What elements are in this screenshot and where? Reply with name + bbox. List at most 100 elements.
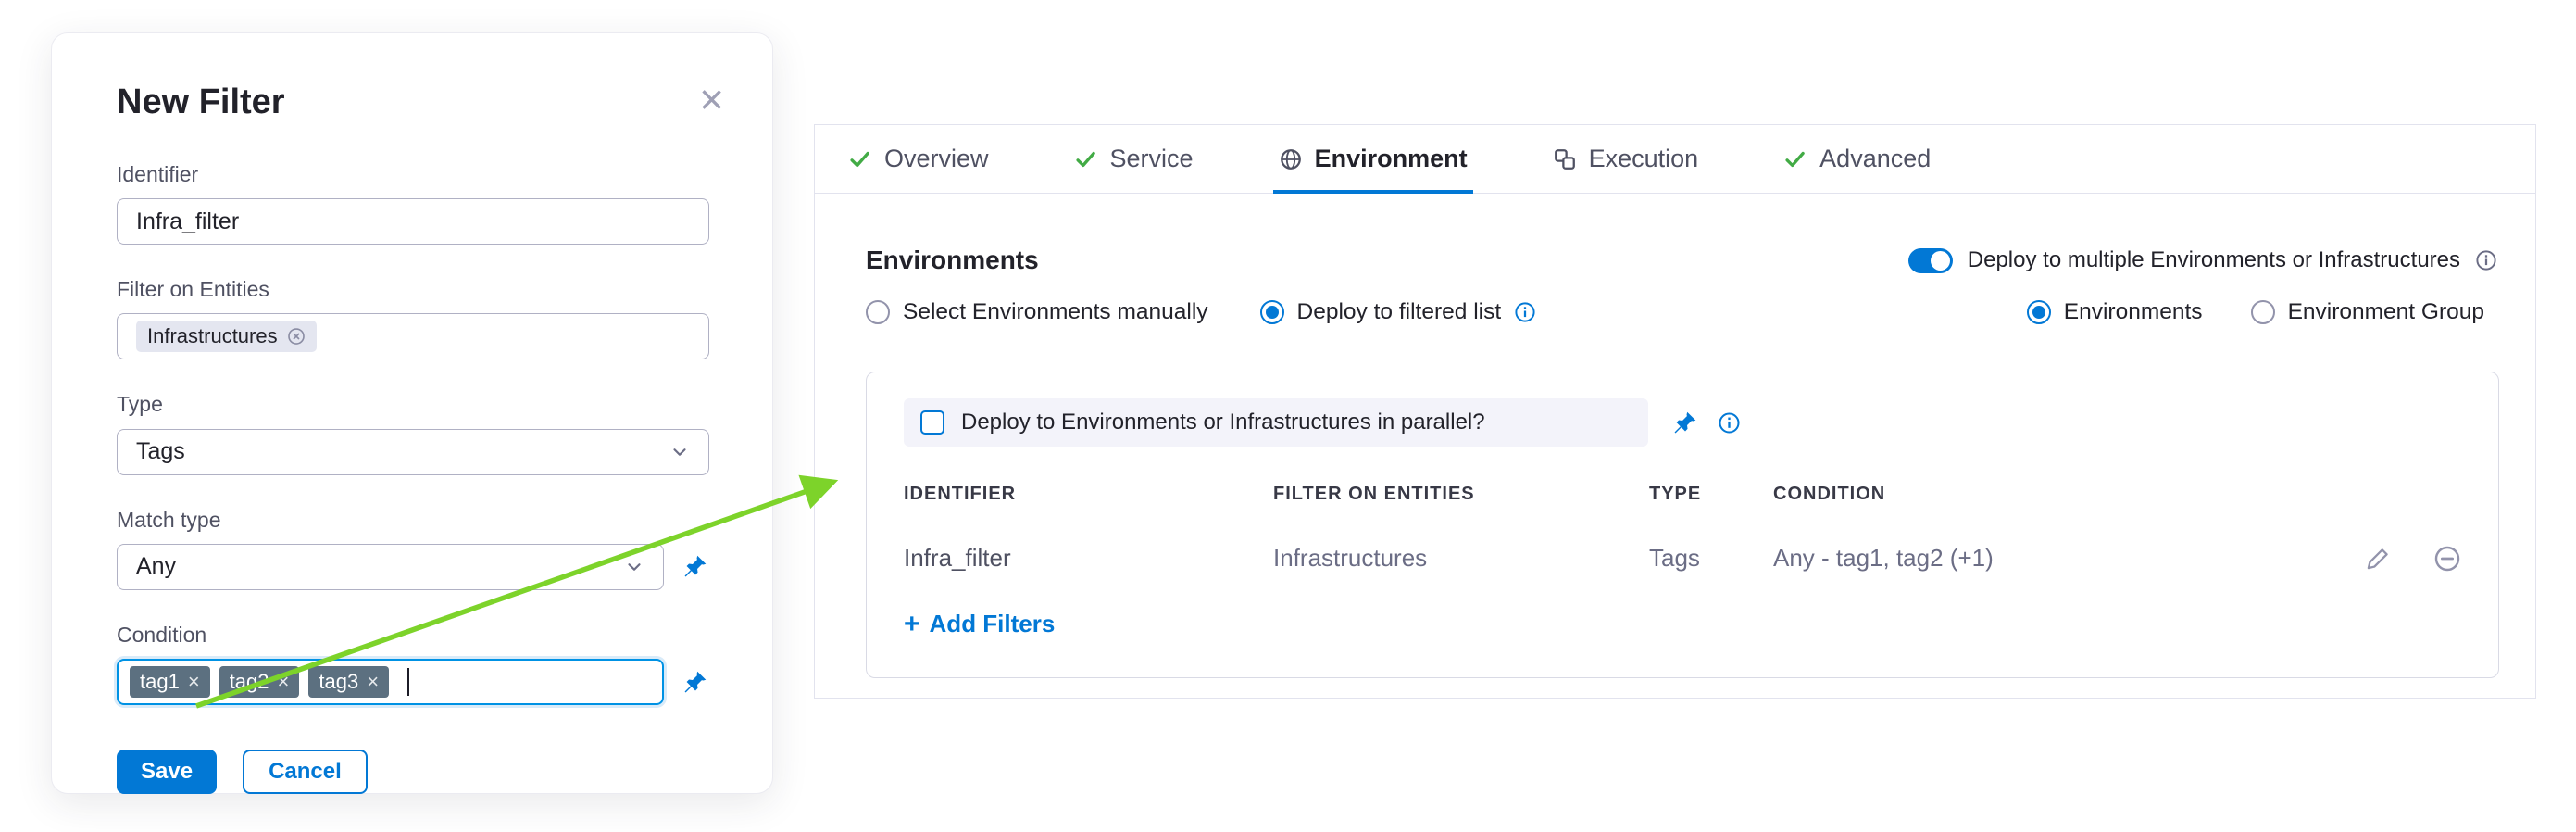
environment-tab-content: Environments Deploy to multiple Environm… <box>815 194 2535 678</box>
entity-chip-label: Infrastructures <box>147 326 278 347</box>
type-select-value: Tags <box>136 438 185 465</box>
save-button[interactable]: Save <box>117 750 217 794</box>
pin-icon[interactable] <box>682 554 707 579</box>
tab-execution[interactable]: Execution <box>1553 125 1699 193</box>
filters-table: IDENTIFIER FILTER ON ENTITIES TYPE CONDI… <box>904 484 2461 573</box>
tag-chip: tag2 × <box>219 666 300 698</box>
remove-tag-icon[interactable]: × <box>367 672 379 692</box>
filters-card: Deploy to Environments or Infrastructure… <box>866 372 2499 678</box>
filter-on-entities-label: Filter on Entities <box>117 278 707 301</box>
pin-icon[interactable] <box>682 670 707 695</box>
multi-env-toggle-group: Deploy to multiple Environments or Infra… <box>1908 247 2497 273</box>
radio-deploy-to-filtered-list[interactable]: Deploy to filtered list <box>1260 299 1537 325</box>
environment-icon <box>1279 147 1303 171</box>
radio-label: Environment Group <box>2288 299 2484 325</box>
add-filters-button[interactable]: + Add Filters <box>904 610 1055 638</box>
tab-label: Advanced <box>1819 145 1931 173</box>
condition-field-group: Condition tag1 × tag2 × tag3 × <box>117 624 707 705</box>
radio-select-environments-manually[interactable]: Select Environments manually <box>866 299 1208 325</box>
table-row-condition: Any - tag1, tag2 (+1) <box>1773 544 2359 573</box>
stage-tabs: Overview Service Environment Execution <box>815 125 2535 194</box>
match-type-select-value: Any <box>136 553 176 580</box>
info-icon[interactable] <box>1514 301 1536 323</box>
condition-label: Condition <box>117 624 707 647</box>
match-type-select[interactable]: Any <box>117 544 664 590</box>
tab-label: Overview <box>884 145 989 173</box>
identifier-field-group: Identifier <box>117 163 707 245</box>
radio-environment-group[interactable]: Environment Group <box>2251 299 2484 325</box>
pin-icon[interactable] <box>1672 410 1697 435</box>
remove-row-icon[interactable] <box>2433 545 2461 573</box>
radio-icon[interactable] <box>1260 300 1284 324</box>
parallel-deploy-bar: Deploy to Environments or Infrastructure… <box>904 398 1648 447</box>
col-header-filter-on-entities: FILTER ON ENTITIES <box>1273 484 1649 505</box>
screen: × New Filter Identifier Filter on Entiti… <box>0 0 2576 832</box>
tab-label: Service <box>1110 145 1194 173</box>
table-row-filter-on-entities: Infrastructures <box>1273 544 1649 573</box>
tag-chip-label: tag1 <box>140 672 180 692</box>
tag-chip-label: tag2 <box>230 672 269 692</box>
type-select[interactable]: Tags <box>117 429 709 475</box>
stage-config-panel: Overview Service Environment Execution <box>814 124 2536 699</box>
check-icon <box>848 147 872 171</box>
tab-overview[interactable]: Overview <box>848 125 989 193</box>
condition-tags-input[interactable]: tag1 × tag2 × tag3 × <box>117 659 664 705</box>
multi-env-toggle-label: Deploy to multiple Environments or Infra… <box>1968 247 2460 273</box>
chevron-down-icon <box>624 557 644 577</box>
tab-advanced[interactable]: Advanced <box>1783 125 1931 193</box>
filter-on-entities-field-group: Filter on Entities Infrastructures <box>117 278 707 359</box>
identifier-label: Identifier <box>117 163 707 186</box>
check-icon <box>1074 147 1098 171</box>
tag-chip-label: tag3 <box>319 672 358 692</box>
remove-tag-icon[interactable]: × <box>278 672 290 692</box>
execution-icon <box>1553 147 1577 171</box>
plus-icon: + <box>904 611 920 638</box>
close-icon[interactable]: × <box>699 78 724 120</box>
type-label: Type <box>117 393 707 416</box>
env-scope-radio-group: Environments Environment Group <box>2027 299 2484 325</box>
match-type-label: Match type <box>117 509 707 532</box>
check-icon <box>1783 147 1807 171</box>
modal-title: New Filter <box>117 83 707 122</box>
col-header-identifier: IDENTIFIER <box>904 484 1273 505</box>
table-row-type: Tags <box>1649 544 1773 573</box>
entity-chip: Infrastructures <box>136 321 317 352</box>
radio-label: Select Environments manually <box>903 299 1208 325</box>
toggle-knob <box>1931 251 1950 271</box>
radio-icon[interactable] <box>2027 300 2051 324</box>
text-cursor <box>407 668 409 696</box>
multi-env-toggle[interactable] <box>1908 248 1953 273</box>
environments-heading: Environments <box>866 246 1039 275</box>
new-filter-modal: × New Filter Identifier Filter on Entiti… <box>51 32 773 794</box>
add-filters-label: Add Filters <box>930 610 1056 638</box>
col-header-condition: CONDITION <box>1773 484 2359 505</box>
tab-service[interactable]: Service <box>1074 125 1194 193</box>
identifier-input[interactable] <box>117 198 709 245</box>
radio-icon[interactable] <box>2251 300 2275 324</box>
info-icon[interactable] <box>1718 411 1741 435</box>
parallel-deploy-label: Deploy to Environments or Infrastructure… <box>961 410 1485 435</box>
table-row-identifier: Infra_filter <box>904 544 1273 573</box>
info-icon[interactable] <box>2475 249 2497 271</box>
radio-label: Environments <box>2064 299 2203 325</box>
edit-icon[interactable] <box>2365 546 2391 572</box>
tab-environment[interactable]: Environment <box>1279 125 1468 193</box>
tab-label: Environment <box>1315 145 1468 173</box>
parallel-deploy-checkbox[interactable] <box>920 410 944 435</box>
radio-environments[interactable]: Environments <box>2027 299 2203 325</box>
tab-label: Execution <box>1589 145 1699 173</box>
tag-chip: tag1 × <box>130 666 210 698</box>
col-header-type: TYPE <box>1649 484 1773 505</box>
match-type-field-group: Match type Any <box>117 509 707 590</box>
tag-chip: tag3 × <box>308 666 389 698</box>
radio-icon[interactable] <box>866 300 890 324</box>
cancel-button[interactable]: Cancel <box>243 750 368 794</box>
deploy-mode-radio-group: Select Environments manually Deploy to f… <box>866 299 1536 325</box>
remove-chip-icon[interactable] <box>287 327 306 346</box>
remove-tag-icon[interactable]: × <box>188 672 200 692</box>
table-row-actions <box>2359 545 2461 573</box>
chevron-down-icon <box>669 442 690 462</box>
filter-on-entities-input[interactable]: Infrastructures <box>117 313 709 359</box>
type-field-group: Type Tags <box>117 393 707 474</box>
radio-label: Deploy to filtered list <box>1297 299 1502 325</box>
